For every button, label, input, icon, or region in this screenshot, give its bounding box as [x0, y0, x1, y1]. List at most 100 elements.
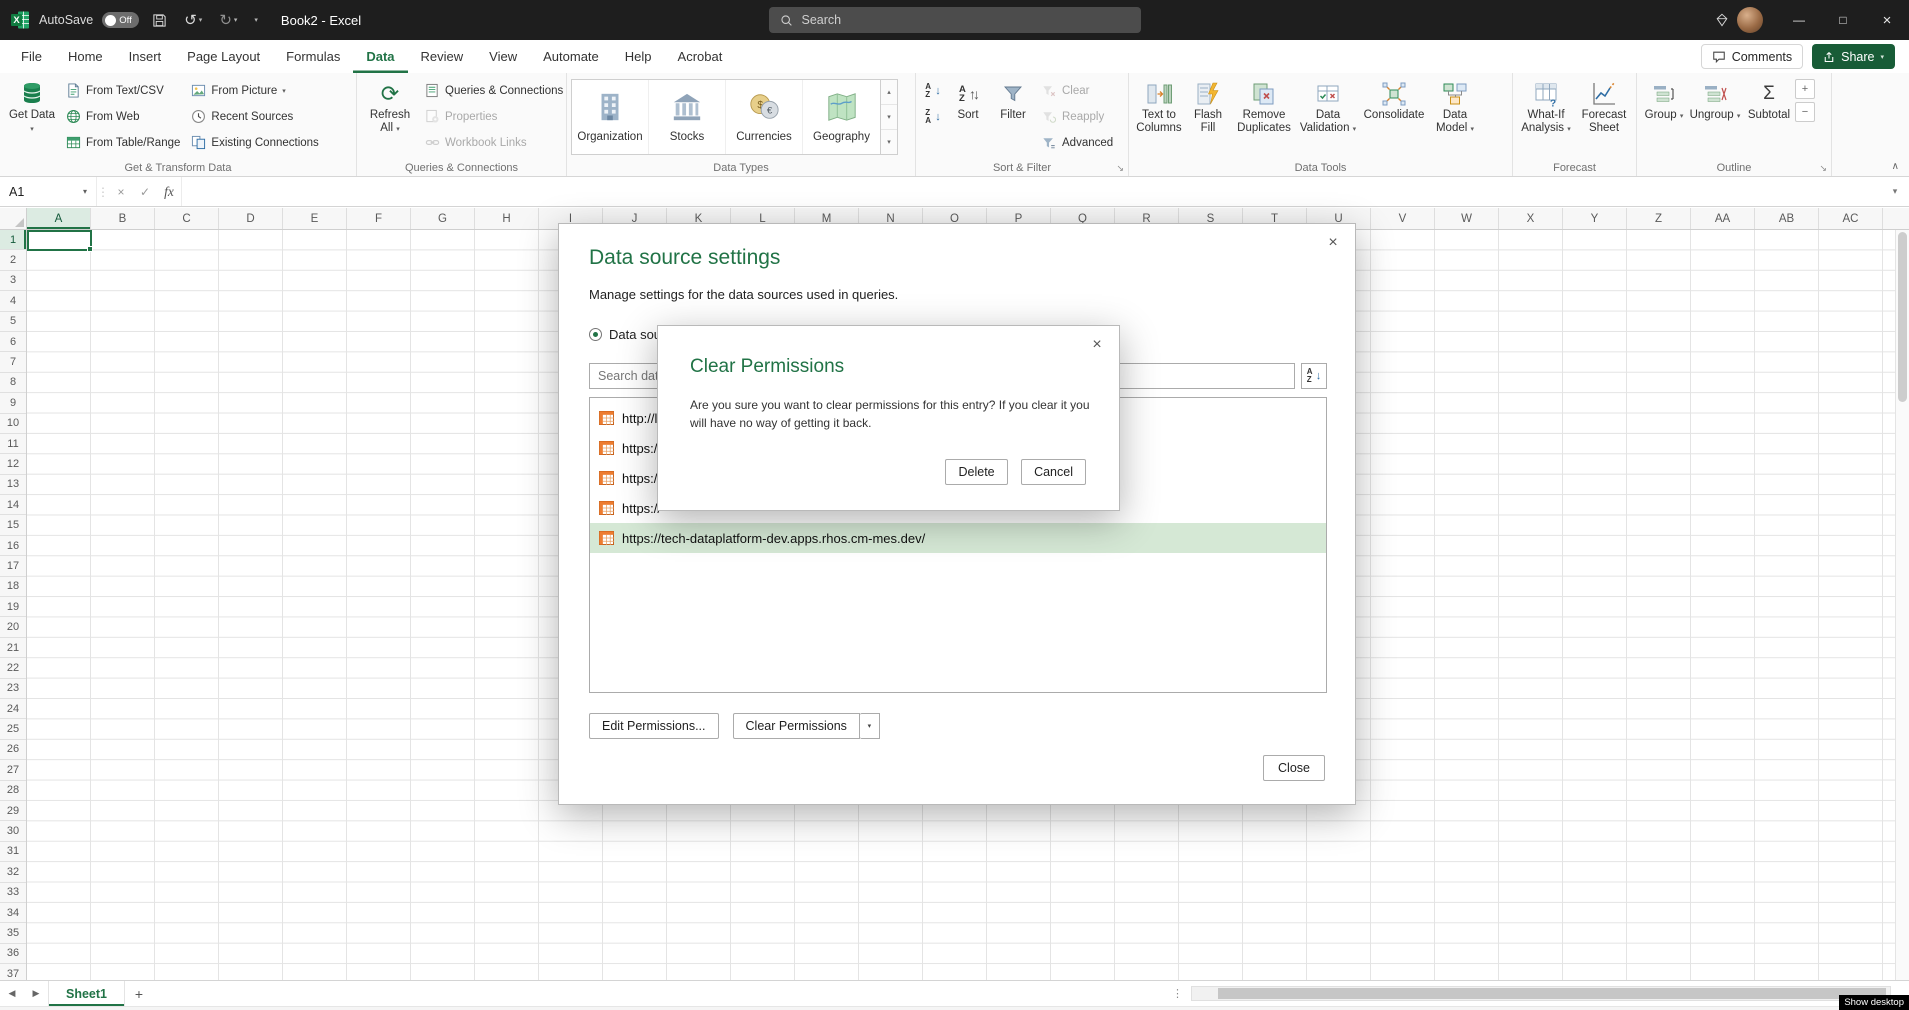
tab-insert[interactable]: Insert — [116, 40, 175, 73]
fill-handle[interactable] — [87, 246, 93, 252]
select-all-corner[interactable] — [0, 208, 27, 229]
column-header-E[interactable]: E — [283, 208, 347, 229]
row-header-26[interactable]: 26 — [0, 740, 26, 760]
forecast-sheet-button[interactable]: Forecast Sheet — [1575, 76, 1633, 138]
maximize-button[interactable]: □ — [1821, 0, 1865, 40]
sheet-more-icon[interactable]: ⋮ — [1172, 987, 1183, 1000]
quick-access-toolbar-menu-icon[interactable]: ▾ — [250, 13, 262, 28]
column-header-X[interactable]: X — [1499, 208, 1563, 229]
clear-permissions-button[interactable]: Clear Permissions — [733, 713, 860, 739]
row-header-36[interactable]: 36 — [0, 944, 26, 964]
gallery-up-icon[interactable]: ▴ — [881, 80, 897, 105]
get-data-button[interactable]: Get Data ▾ — [4, 76, 60, 139]
tab-data[interactable]: Data — [353, 40, 407, 73]
autosave-toggle[interactable]: Off — [102, 12, 139, 28]
dialog-launcher-icon[interactable]: ↘ — [1819, 163, 1827, 174]
flash-fill-button[interactable]: Flash Fill — [1185, 76, 1231, 138]
sheet-nav-right-icon[interactable]: ▶ — [24, 988, 48, 999]
row-header-18[interactable]: 18 — [0, 577, 26, 597]
enter-icon[interactable]: ✓ — [133, 177, 157, 206]
row-header-8[interactable]: 8 — [0, 373, 26, 393]
from-picture-button[interactable]: From Picture▾ — [185, 78, 323, 103]
row-header-29[interactable]: 29 — [0, 801, 26, 821]
row-header-25[interactable]: 25 — [0, 719, 26, 739]
tab-review[interactable]: Review — [408, 40, 477, 73]
tab-view[interactable]: View — [476, 40, 530, 73]
delete-button[interactable]: Delete — [945, 459, 1008, 485]
add-sheet-button[interactable]: + — [125, 986, 153, 1002]
gallery-more-icon[interactable]: ▾ — [881, 130, 897, 154]
row-header-17[interactable]: 17 — [0, 556, 26, 576]
row-header-6[interactable]: 6 — [0, 332, 26, 352]
clear-filter-button[interactable]: Clear — [1036, 78, 1118, 103]
formula-bar-expand-icon[interactable]: ▾ — [1881, 177, 1909, 206]
comments-button[interactable]: Comments — [1701, 44, 1803, 69]
user-avatar[interactable] — [1737, 7, 1763, 33]
column-header-Y[interactable]: Y — [1563, 208, 1627, 229]
row-header-7[interactable]: 7 — [0, 352, 26, 372]
selected-cell-a1[interactable] — [27, 230, 92, 251]
column-header-Z[interactable]: Z — [1627, 208, 1691, 229]
row-header-21[interactable]: 21 — [0, 638, 26, 658]
column-header-AC[interactable]: AC — [1819, 208, 1883, 229]
column-header-G[interactable]: G — [411, 208, 475, 229]
name-box[interactable]: A1▾ — [0, 177, 96, 206]
hide-detail-icon[interactable]: − — [1795, 102, 1815, 122]
from-text-csv-button[interactable]: From Text/CSV — [60, 78, 185, 103]
row-header-27[interactable]: 27 — [0, 760, 26, 780]
sort-list-button[interactable]: AZ↓ — [1301, 363, 1327, 389]
clear-permissions-dropdown-icon[interactable]: ▾ — [860, 713, 880, 739]
show-detail-icon[interactable]: + — [1795, 79, 1815, 99]
data-type-stocks[interactable]: Stocks — [649, 80, 726, 154]
row-header-10[interactable]: 10 — [0, 414, 26, 434]
row-header-23[interactable]: 23 — [0, 679, 26, 699]
formula-input[interactable] — [181, 177, 1881, 206]
sort-ascending-button[interactable]: AZ↓ — [920, 78, 946, 103]
tab-automate[interactable]: Automate — [530, 40, 612, 73]
horizontal-scrollbar-thumb[interactable] — [1218, 988, 1886, 999]
dialog-launcher-icon[interactable]: ↘ — [1116, 163, 1124, 174]
collapse-ribbon-icon[interactable]: ∧ — [1892, 161, 1899, 172]
column-header-V[interactable]: V — [1371, 208, 1435, 229]
group-button[interactable]: Group ▾ — [1641, 76, 1687, 126]
edit-permissions-button[interactable]: Edit Permissions... — [589, 713, 719, 739]
row-header-11[interactable]: 11 — [0, 434, 26, 454]
close-button[interactable]: Close — [1263, 755, 1325, 781]
column-header-B[interactable]: B — [91, 208, 155, 229]
row-header-19[interactable]: 19 — [0, 597, 26, 617]
reapply-filter-button[interactable]: Reapply — [1036, 104, 1118, 129]
column-header-W[interactable]: W — [1435, 208, 1499, 229]
tab-file[interactable]: File — [8, 40, 55, 73]
row-header-1[interactable]: 1 — [0, 230, 26, 250]
share-button[interactable]: Share ▾ — [1812, 44, 1895, 69]
data-source-item[interactable]: https://tech-dataplatform-dev.apps.rhos.… — [590, 523, 1326, 553]
formula-bar-divider[interactable]: ⋮ — [96, 177, 109, 206]
data-type-currencies[interactable]: $€ Currencies — [726, 80, 803, 154]
row-header-2[interactable]: 2 — [0, 250, 26, 270]
sort-button[interactable]: AZ↑↓ Sort — [946, 76, 990, 125]
data-type-geography[interactable]: Geography — [803, 80, 880, 154]
sheet-nav-left-icon[interactable]: ◀ — [0, 988, 24, 999]
properties-button[interactable]: Properties — [419, 104, 568, 129]
close-icon[interactable]: × — [1319, 230, 1347, 256]
tab-page-layout[interactable]: Page Layout — [174, 40, 273, 73]
show-desktop-button[interactable]: Show desktop — [1839, 995, 1909, 1010]
row-header-5[interactable]: 5 — [0, 312, 26, 332]
column-header-AB[interactable]: AB — [1755, 208, 1819, 229]
gallery-down-icon[interactable]: ▾ — [881, 105, 897, 130]
queries-connections-button[interactable]: Queries & Connections — [419, 78, 568, 103]
row-header-20[interactable]: 20 — [0, 617, 26, 637]
column-header-AA[interactable]: AA — [1691, 208, 1755, 229]
tab-formulas[interactable]: Formulas — [273, 40, 353, 73]
column-header-D[interactable]: D — [219, 208, 283, 229]
gem-icon[interactable] — [1715, 13, 1729, 27]
row-header-24[interactable]: 24 — [0, 699, 26, 719]
row-header-31[interactable]: 31 — [0, 842, 26, 862]
row-header-4[interactable]: 4 — [0, 291, 26, 311]
existing-connections-button[interactable]: Existing Connections — [185, 130, 323, 155]
row-header-15[interactable]: 15 — [0, 515, 26, 535]
row-header-37[interactable]: 37 — [0, 964, 26, 980]
close-window-button[interactable]: × — [1865, 0, 1909, 40]
row-header-35[interactable]: 35 — [0, 923, 26, 943]
cancel-button[interactable]: Cancel — [1021, 459, 1086, 485]
